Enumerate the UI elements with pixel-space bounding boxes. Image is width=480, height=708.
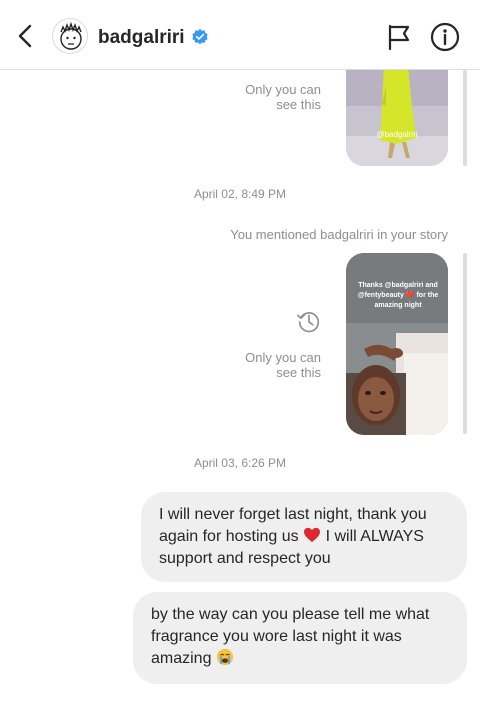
timestamp: April 03, 6:26 PM bbox=[193, 456, 287, 470]
story-thumbnail[interactable]: Thanks @badgalriri and @fentybeauty ❤️ f… bbox=[346, 253, 448, 435]
visibility-note: Only you can see this bbox=[245, 350, 321, 380]
username[interactable]: badgalriri bbox=[98, 27, 185, 49]
mention-note: You mentioned badgalriri in your story bbox=[230, 227, 448, 242]
visibility-note-line2: see this bbox=[276, 365, 321, 380]
timestamp: April 02, 8:49 PM bbox=[193, 187, 287, 201]
conversation-header: badgalriri bbox=[0, 0, 480, 70]
message-text: by the way can you please tell me what f… bbox=[151, 606, 430, 667]
message-bubble[interactable]: I will never forget last night, thank yo… bbox=[141, 492, 467, 582]
story-overlay-text: Thanks @badgalriri and @fentybeauty ❤️ f… bbox=[357, 282, 439, 309]
chevron-left-icon[interactable] bbox=[12, 22, 40, 50]
avatar[interactable] bbox=[52, 18, 88, 54]
visibility-note-line1: Only you can bbox=[245, 350, 321, 365]
story-divider bbox=[463, 70, 467, 166]
verified-badge-icon bbox=[192, 28, 208, 45]
red-heart-icon bbox=[304, 527, 321, 543]
visibility-note-line2: see this bbox=[276, 97, 321, 112]
flag-icon[interactable] bbox=[386, 23, 412, 51]
visibility-note-line1: Only you can bbox=[245, 82, 321, 97]
replay-history-icon bbox=[297, 312, 320, 333]
visibility-note: Only you can see this bbox=[245, 82, 321, 112]
story-watermark: @badgalriri bbox=[376, 130, 418, 139]
story-divider bbox=[463, 253, 467, 434]
loudly-crying-face-icon bbox=[216, 648, 234, 666]
message-bubble[interactable]: by the way can you please tell me what f… bbox=[133, 592, 467, 684]
info-icon[interactable] bbox=[430, 22, 460, 52]
avatar-drawing bbox=[60, 21, 82, 50]
